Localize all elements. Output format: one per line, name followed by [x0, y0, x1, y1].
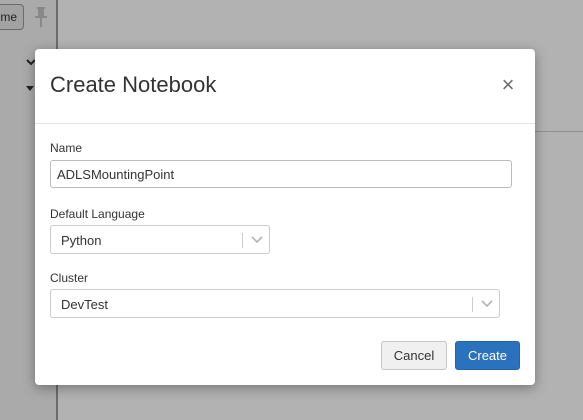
cluster-value: DevTest [61, 297, 108, 312]
cluster-label: Cluster [50, 271, 89, 285]
chevron-down-icon [251, 236, 263, 244]
name-label: Name [50, 141, 83, 155]
select-separator [472, 297, 473, 312]
default-language-select[interactable]: Python [50, 225, 270, 254]
chevron-down-icon [481, 300, 493, 308]
create-button[interactable]: Create [455, 341, 520, 370]
cancel-button[interactable]: Cancel [381, 341, 447, 370]
create-notebook-dialog: Create Notebook × Name Default Language … [35, 49, 535, 385]
name-input[interactable] [50, 160, 512, 188]
select-separator [242, 233, 243, 248]
dialog-title: Create Notebook [50, 72, 217, 97]
cluster-select[interactable]: DevTest [50, 289, 500, 318]
dialog-header: Create Notebook × [35, 49, 535, 124]
close-icon[interactable]: × [497, 73, 519, 97]
default-language-value: Python [61, 233, 102, 248]
default-language-label: Default Language [50, 207, 145, 221]
